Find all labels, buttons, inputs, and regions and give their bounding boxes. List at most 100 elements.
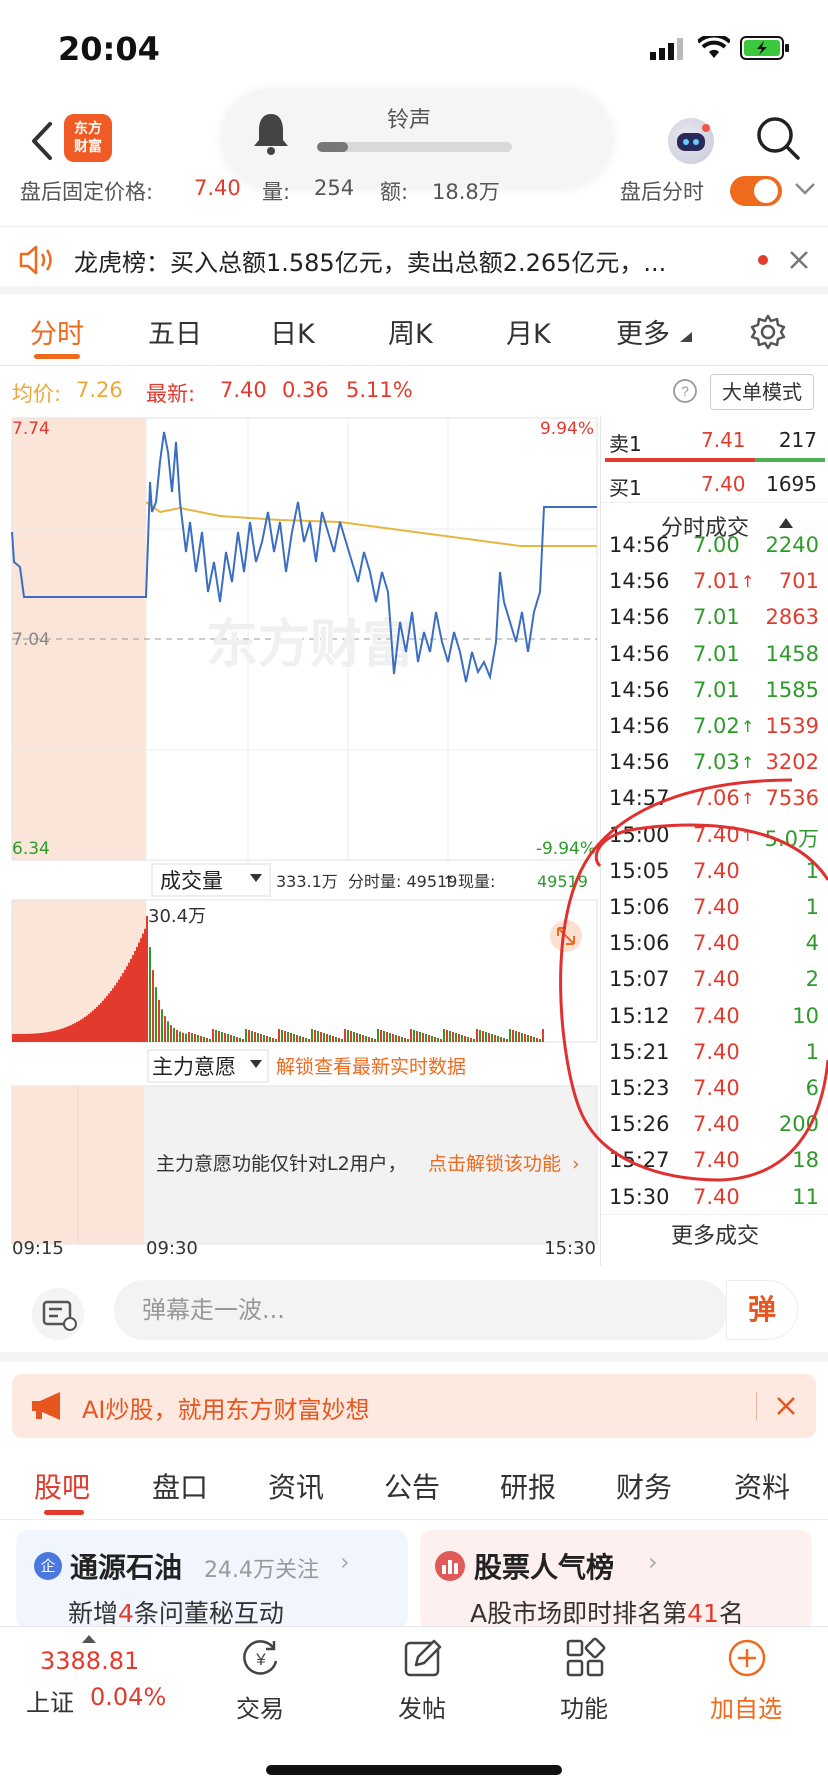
- after-hours-toggle-label: 盘后分时: [620, 180, 704, 204]
- ranking-icon: [435, 1551, 465, 1581]
- volume-bar: [40, 1032, 42, 1042]
- after-hours-bar: 盘后固定价格: 7.40 量: 254 额: 18.8万 盘后分时: [0, 176, 828, 210]
- trade-price: 7.01: [693, 605, 740, 630]
- gear-icon[interactable]: [750, 314, 786, 350]
- volume-bar: [76, 1022, 78, 1042]
- popularity-card[interactable]: 股票人气榜 › A股市场即时排名第41名: [420, 1530, 812, 1630]
- pct-label-top: 9.94%: [540, 419, 594, 439]
- nav-functions[interactable]: 功能: [524, 1627, 644, 1727]
- volume-bar: [48, 1031, 50, 1042]
- logo-text-1: 东方: [74, 121, 102, 137]
- volume-bar: [383, 1031, 385, 1042]
- volume-bar: [122, 973, 124, 1042]
- more-trades-button[interactable]: 更多成交: [601, 1214, 828, 1258]
- index-ticker[interactable]: 3388.81 上证 0.04%: [20, 1627, 170, 1727]
- volume-bar: [126, 966, 128, 1042]
- volume-bar: [140, 938, 142, 1042]
- volume-bar: [488, 1033, 490, 1042]
- tab-profile[interactable]: 资料: [734, 1466, 790, 1506]
- volume-bar: [470, 1038, 472, 1042]
- close-icon[interactable]: [788, 249, 810, 271]
- nav-post[interactable]: 发帖: [362, 1627, 482, 1727]
- volume-bar: [491, 1034, 493, 1042]
- nav-trade[interactable]: ¥ 交易: [200, 1627, 320, 1727]
- edit-icon: [404, 1639, 442, 1677]
- volume-bar: [404, 1038, 406, 1042]
- follow-count: 24.4万关注: [204, 1558, 319, 1583]
- tab-announcements[interactable]: 公告: [384, 1466, 440, 1506]
- volume-bar: [14, 1033, 16, 1042]
- trade-volume: 701: [778, 569, 819, 594]
- volume-up-arrow: ↑: [442, 872, 455, 891]
- volume-bar: [320, 1032, 322, 1042]
- volume-bar: [34, 1033, 36, 1042]
- tab-monthly-k[interactable]: 月K: [506, 312, 551, 351]
- volume-bar: [108, 993, 110, 1042]
- volume-bar: [344, 1029, 346, 1042]
- ai-banner[interactable]: AI炒股，就用东方财富妙想: [12, 1374, 816, 1438]
- y-label-bottom: 6.34: [12, 839, 50, 859]
- volume-bar: [314, 1030, 316, 1042]
- volume-bar: [299, 1036, 301, 1042]
- tab-research[interactable]: 研报: [500, 1466, 556, 1506]
- tab-news[interactable]: 资讯: [268, 1466, 324, 1506]
- volume-bar: [335, 1037, 337, 1042]
- status-bar: 20:04: [0, 0, 828, 96]
- danmaku-send-button[interactable]: 弹: [726, 1280, 798, 1340]
- big-order-mode-button[interactable]: 大单模式: [710, 374, 814, 410]
- volume-bar: [203, 1037, 205, 1042]
- volume-bar: [428, 1035, 430, 1042]
- tab-finance[interactable]: 财务: [616, 1466, 672, 1506]
- after-hours-toggle[interactable]: [730, 176, 782, 206]
- chevron-down-icon[interactable]: [794, 182, 816, 196]
- trade-time: 14:56: [609, 677, 670, 702]
- volume-bar: [341, 1039, 343, 1042]
- trade-time: 14:56: [609, 533, 670, 557]
- volume-bar: [284, 1031, 286, 1042]
- tab-five-day[interactable]: 五日: [148, 312, 202, 351]
- tab-daily-k[interactable]: 日K: [270, 312, 315, 351]
- ringtone-popup[interactable]: 铃声: [222, 88, 612, 186]
- ringtone-volume-bar[interactable]: [317, 142, 512, 152]
- assistant-avatar[interactable]: [668, 118, 714, 164]
- close-icon[interactable]: [776, 1396, 796, 1416]
- battery-icon: [740, 36, 789, 60]
- intraday-chart[interactable]: 东方财富 7.74 7.04 6.34 9.94% -9.94% 成交量 333…: [0, 412, 600, 1262]
- volume-bar: [114, 985, 116, 1042]
- volume-bar: [86, 1015, 88, 1042]
- danmaku-settings-button[interactable]: [32, 1288, 84, 1340]
- unlock-link: 解锁查看最新实时数据: [276, 1056, 466, 1078]
- back-icon[interactable]: [22, 116, 62, 166]
- svg-text:¥: ¥: [255, 1650, 266, 1669]
- volume-max-label: 30.4万: [148, 906, 206, 927]
- tab-more[interactable]: 更多: [616, 312, 670, 351]
- tab-guba[interactable]: 股吧: [34, 1466, 90, 1506]
- dragon-tiger-banner[interactable]: 龙虎榜：买入总额1.585亿元，卖出总额2.265亿元，...: [0, 226, 828, 294]
- trade-time: 14:56: [609, 714, 670, 738]
- danmaku-input[interactable]: 弹幕走一波...: [114, 1280, 728, 1340]
- volume-bar: [90, 1012, 92, 1042]
- volume-bar: [329, 1035, 331, 1042]
- volume-bar: [473, 1039, 475, 1042]
- volume-bar: [389, 1033, 391, 1042]
- tab-pankou[interactable]: 盘口: [152, 1466, 208, 1506]
- nav-add-watchlist[interactable]: 加自选: [686, 1627, 806, 1727]
- volume-bar: [251, 1031, 253, 1042]
- help-icon[interactable]: ?: [672, 378, 698, 404]
- volume-bar: [185, 1033, 187, 1042]
- volume-bar: [152, 970, 154, 1042]
- volume-bar: [78, 1020, 80, 1042]
- volume-bar: [353, 1032, 355, 1042]
- tab-intraday[interactable]: 分时: [30, 312, 84, 351]
- volume-bar: [413, 1030, 415, 1042]
- volume-bar: [530, 1036, 532, 1042]
- volume-bar: [365, 1036, 367, 1042]
- volume-bar: [296, 1035, 298, 1042]
- tab-weekly-k[interactable]: 周K: [388, 312, 433, 351]
- volume-bar: [136, 946, 138, 1042]
- search-icon[interactable]: [754, 114, 802, 164]
- volume-bar: [112, 988, 114, 1042]
- stock-forum-card[interactable]: 企 通源石油 24.4万关注 › 新增4条问董秘互动: [16, 1530, 408, 1630]
- robot-icon: [677, 124, 710, 151]
- volume-bar: [485, 1032, 487, 1042]
